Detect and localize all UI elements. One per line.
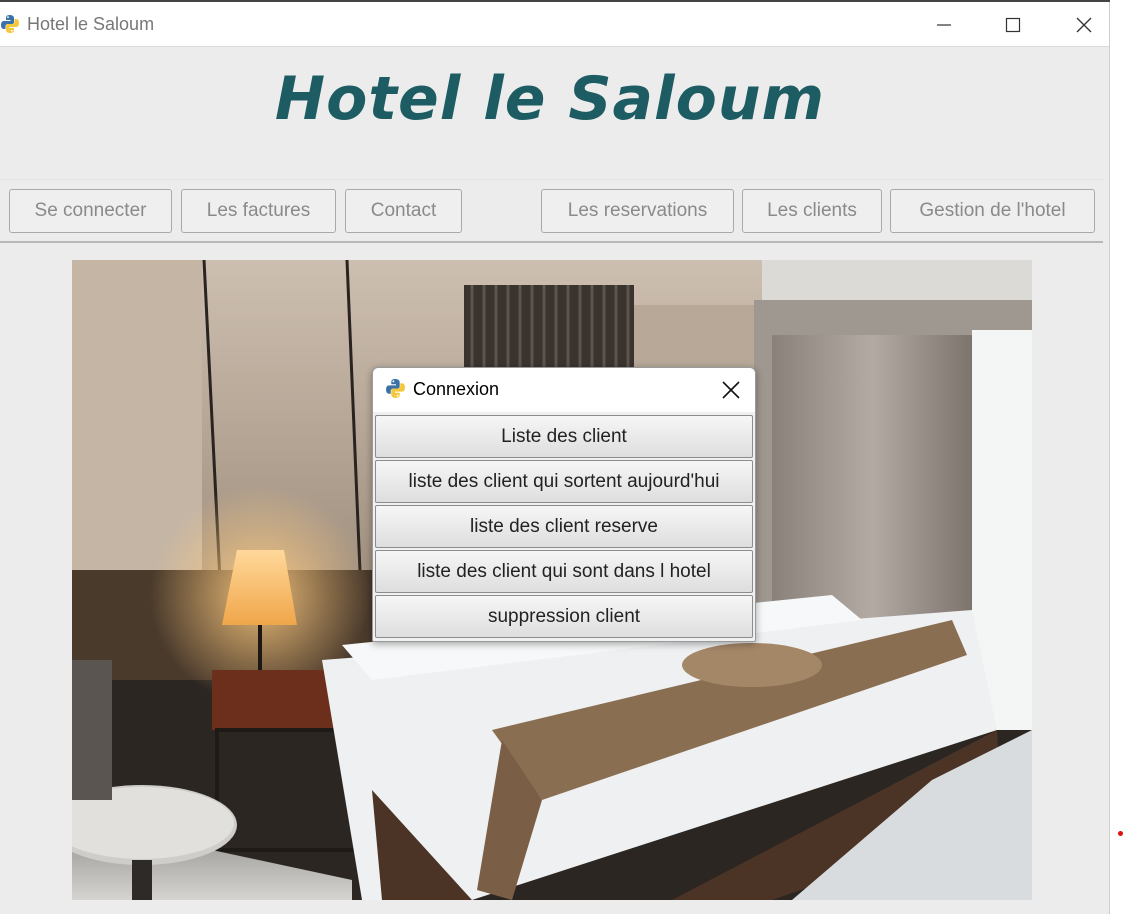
close-icon xyxy=(1076,17,1092,33)
contact-button[interactable]: Contact xyxy=(345,189,462,233)
indicator-dot xyxy=(1118,831,1123,836)
close-button[interactable] xyxy=(1053,2,1115,47)
dialog-titlebar[interactable]: Connexion xyxy=(373,368,755,412)
clients-button[interactable]: Les clients xyxy=(742,189,882,233)
minimize-button[interactable] xyxy=(913,2,975,47)
clients-sortent-aujourdhui-button[interactable]: liste des client qui sortent aujourd'hui xyxy=(375,460,753,503)
maximize-button[interactable] xyxy=(982,2,1044,47)
suppression-client-button[interactable]: suppression client xyxy=(375,595,753,638)
python-icon xyxy=(0,14,20,34)
window-titlebar[interactable]: Hotel le Saloum xyxy=(0,2,1109,47)
python-icon xyxy=(385,378,406,399)
window-title: Hotel le Saloum xyxy=(27,14,155,34)
close-icon xyxy=(722,381,740,399)
reservations-button[interactable]: Les reservations xyxy=(541,189,734,233)
clients-dans-hotel-button[interactable]: liste des client qui sont dans l hotel xyxy=(375,550,753,593)
gestion-hotel-button[interactable]: Gestion de l'hotel xyxy=(890,189,1095,233)
nav-bar: Se connecter Les factures Contact Les re… xyxy=(0,179,1103,243)
dialog-title: Connexion xyxy=(413,379,500,399)
connexion-dialog: Connexion Liste des client liste des cli… xyxy=(372,367,756,642)
dialog-close-button[interactable] xyxy=(717,376,745,404)
se-connecter-button[interactable]: Se connecter xyxy=(9,189,172,233)
factures-button[interactable]: Les factures xyxy=(181,189,336,233)
liste-des-client-button[interactable]: Liste des client xyxy=(375,415,753,458)
maximize-icon xyxy=(1005,17,1021,33)
minimize-icon xyxy=(937,24,951,26)
clients-reserve-button[interactable]: liste des client reserve xyxy=(375,505,753,548)
page-title: Hotel le Saloum xyxy=(274,64,826,134)
